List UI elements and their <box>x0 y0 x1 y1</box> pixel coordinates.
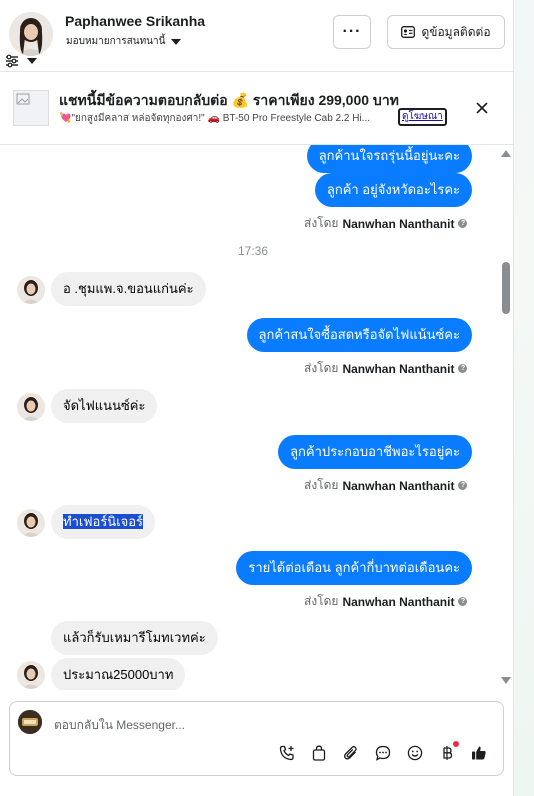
sender-name: Nanwhan Nanthanit <box>342 478 455 493</box>
message-text: อ .ชุมแพ.จ.ขอนแก่นค่ะ <box>63 281 194 296</box>
outgoing-message[interactable]: รายได้ต่อเดือน ลูกค้ากี่บาทต่อเดือนคะ <box>236 551 472 585</box>
incoming-message[interactable]: ทำเฟอร์นิเจอร์ <box>51 505 156 539</box>
sent-by-label: ส่งโดย <box>304 216 339 230</box>
conversation-header: Paphanwee Srikanha มอบหมายการสนทนานี้ ··… <box>0 0 514 72</box>
sender-name: Nanwhan Nanthanit <box>342 361 455 376</box>
contact-avatar-small[interactable] <box>17 393 45 421</box>
sent-by-label: ส่งโดย <box>304 361 339 375</box>
view-contact-info-button[interactable]: ดูข้อมูลติดต่อ <box>387 15 505 49</box>
baht-payment-icon[interactable] <box>438 741 459 762</box>
message-text: ลูกค้านใจรถรุ่นนี้อยู่นะคะ <box>318 148 460 163</box>
assign-conversation-dropdown[interactable]: มอบหมายการสนทนานี้ <box>66 34 182 49</box>
scroll-down-arrow[interactable] <box>501 677 511 684</box>
sent-by-line: ส่งโดย Nanwhan Nanthanit ? <box>304 359 468 378</box>
reply-composer: ตอบกลับใน Messenger... <box>9 701 504 776</box>
message-input[interactable]: ตอบกลับใน Messenger... <box>54 716 185 735</box>
message-text: จัดไฟแนนซ์ค่ะ <box>63 398 146 413</box>
ad-reference-banner: แชทนี้มีข้อความตอบกลับต่อ 💰 ราคาเพียง 29… <box>0 73 514 145</box>
chevron-down-icon <box>27 58 37 64</box>
attachment-icon[interactable] <box>342 744 360 762</box>
message-text: ประมาณ25000บาท <box>63 667 174 682</box>
view-contact-info-label: ดูข้อมูลติดต่อ <box>421 24 491 39</box>
message-text: ลูกค้า อยู่จังหวัดอะไรคะ <box>326 182 460 197</box>
ad-thumbnail[interactable] <box>13 90 49 126</box>
contact-avatar-small[interactable] <box>17 276 45 304</box>
chevron-down-icon <box>171 38 182 45</box>
outgoing-message[interactable]: ลูกค้าประกอบอาชีพอะไรอยู่คะ <box>278 435 472 469</box>
sliders-icon <box>6 54 18 68</box>
scrollbar-thumb[interactable] <box>502 262 510 314</box>
sent-by-line: ส่งโดย Nanwhan Nanthanit ? <box>304 214 468 233</box>
sender-name: Nanwhan Nanthanit <box>342 594 455 609</box>
message-timestamp: 17:36 <box>238 244 269 258</box>
incoming-message[interactable]: อ .ชุมแพ.จ.ขอนแก่นค่ะ <box>51 272 206 306</box>
scroll-up-arrow[interactable] <box>501 150 511 157</box>
message-text: รายได้ต่อเดือน ลูกค้ากี่บาทต่อเดือนคะ <box>248 560 460 575</box>
call-icon[interactable] <box>278 744 296 762</box>
filter-dropdown[interactable] <box>5 54 37 68</box>
info-icon[interactable]: ? <box>458 219 468 228</box>
more-options-label: ··· <box>342 23 362 40</box>
close-icon[interactable] <box>474 100 490 116</box>
ad-title: แชทนี้มีข้อความตอบกลับต่อ 💰 ราคาเพียง 29… <box>59 92 399 108</box>
incoming-message[interactable]: จัดไฟแนนซ์ค่ะ <box>51 389 158 423</box>
shopping-bag-icon[interactable] <box>310 744 328 762</box>
info-icon[interactable]: ? <box>458 597 468 606</box>
contact-avatar[interactable] <box>9 12 53 56</box>
notification-dot <box>453 741 459 747</box>
sent-by-line: ส่งโดย Nanwhan Nanthanit ? <box>304 592 468 611</box>
incoming-message[interactable]: ประมาณ25000บาท <box>51 658 186 690</box>
contact-avatar-small[interactable] <box>17 661 45 689</box>
broken-image-icon <box>16 93 30 105</box>
message-text: ลูกค้าประกอบอาชีพอะไรอยู่คะ <box>290 444 460 459</box>
selected-message-text: ทำเฟอร์นิเจอร์ <box>63 514 144 529</box>
info-icon[interactable]: ? <box>458 481 468 490</box>
emoji-icon[interactable] <box>406 744 424 762</box>
message-thread[interactable]: ลูกค้านใจรถรุ่นนี้อยู่นะคะ ลูกค้า อยู่จั… <box>0 145 514 690</box>
contact-avatar-small[interactable] <box>17 509 45 537</box>
conversation-panel: Paphanwee Srikanha มอบหมายการสนทนานี้ ··… <box>0 0 514 796</box>
info-icon[interactable]: ? <box>458 364 468 373</box>
assign-label: มอบหมายการสนทนานี้ <box>66 36 166 47</box>
contact-name: Paphanwee Srikanha <box>65 13 206 29</box>
saved-replies-icon[interactable] <box>374 744 392 762</box>
outgoing-message[interactable]: ลูกค้านใจรถรุ่นนี้อยู่นะคะ <box>306 145 472 173</box>
incoming-message[interactable]: แล้วก็รับเหมารีโมทเวทค่ะ <box>51 621 218 655</box>
outgoing-message[interactable]: ลูกค้า อยู่จังหวัดอะไรคะ <box>314 173 472 207</box>
message-text: ลูกค้าสนใจซื้อสดหรือจัดไฟแน้นซ์คะ <box>258 327 460 342</box>
sent-by-line: ส่งโดย Nanwhan Nanthanit ? <box>304 476 468 495</box>
view-ad-link[interactable]: ดูโฆษณา <box>398 108 447 126</box>
message-text: แล้วก็รับเหมารีโมทเวทค่ะ <box>63 630 206 645</box>
contact-card-icon <box>401 26 416 38</box>
sent-by-label: ส่งโดย <box>304 594 339 608</box>
composer-toolbar <box>278 741 488 762</box>
more-options-button[interactable]: ··· <box>333 15 371 49</box>
sender-name: Nanwhan Nanthanit <box>342 216 455 231</box>
page-avatar <box>18 710 42 734</box>
ad-subtitle: 💘"ยกสูงมีคลาส หล่อจัดทุกองศา!" 🚗 BT-50 P… <box>59 113 371 124</box>
outgoing-message[interactable]: ลูกค้าสนใจซื้อสดหรือจัดไฟแน้นซ์คะ <box>246 318 472 352</box>
sent-by-label: ส่งโดย <box>304 478 339 492</box>
thumbs-up-icon[interactable] <box>470 744 488 762</box>
